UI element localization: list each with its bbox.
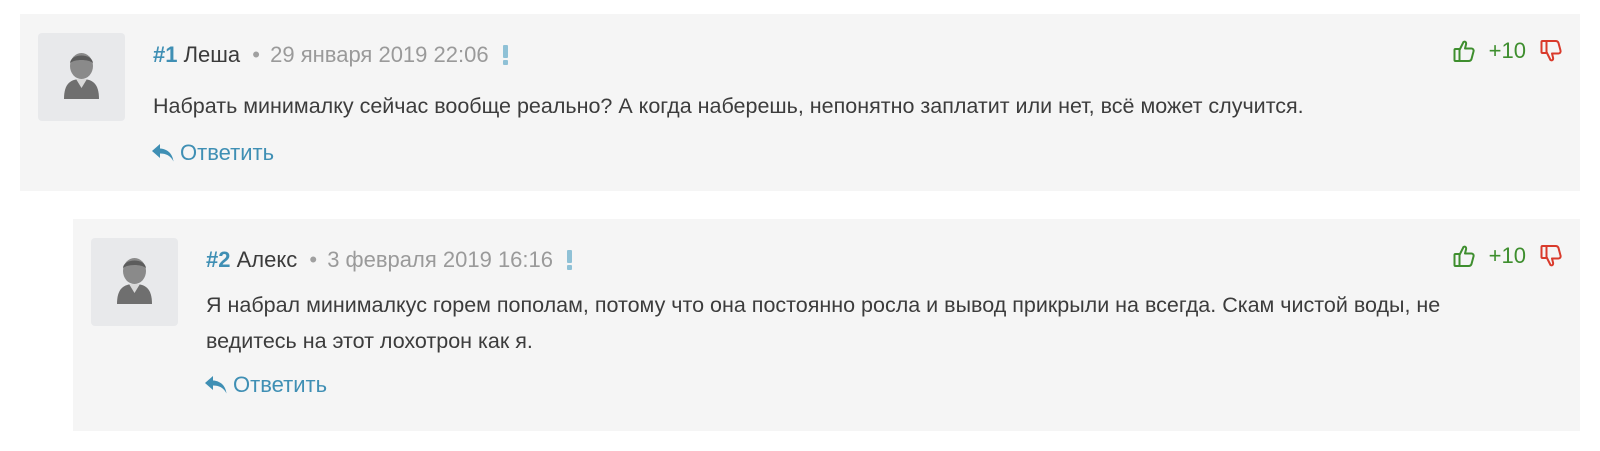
thumbs-up-icon[interactable] [1453,244,1475,268]
vote-controls: +10 [1453,36,1562,66]
report-flag-icon[interactable] [567,250,573,271]
reply-button[interactable]: Ответить [151,138,274,168]
comment-number[interactable]: #1 [153,42,177,67]
meta-separator: • [309,247,318,272]
comment-meta: #1 Леша • 29 января 2019 22:06 [153,40,508,70]
comment-text: Набрать минималку сейчас вообще реально?… [153,94,1304,118]
comment-card: #1 Леша • 29 января 2019 22:06 +10 Набра… [20,14,1580,191]
comment-author: Леша [183,42,241,67]
reply-label: Ответить [233,372,328,397]
thumbs-down-icon[interactable] [1540,39,1562,63]
comment-text: Я набрал минималкус горем пополам, потом… [206,293,1441,353]
vote-score: +10 [1488,38,1526,63]
thumbs-down-icon[interactable] [1540,244,1562,268]
vote-score: +10 [1488,243,1526,268]
reply-button[interactable]: Ответить [204,370,327,400]
comment-card: #2 Алекс • 3 февраля 2019 16:16 +10 Я на… [73,219,1580,431]
comment-date: 29 января 2019 22:06 [270,42,489,67]
user-avatar-icon [38,33,125,121]
report-flag-icon[interactable] [502,45,508,66]
comment-date: 3 февраля 2019 16:16 [327,247,553,272]
comments-list: #1 Леша • 29 января 2019 22:06 +10 Набра… [0,0,1600,451]
reply-arrow-icon [151,143,175,163]
comment-author: Алекс [236,247,298,272]
user-avatar-icon [91,238,178,326]
thumbs-up-icon[interactable] [1453,39,1475,63]
meta-separator: • [252,42,260,67]
vote-controls: +10 [1453,241,1562,271]
reply-label: Ответить [180,140,275,165]
comment-meta: #2 Алекс • 3 февраля 2019 16:16 [206,245,573,275]
reply-arrow-icon [204,375,228,395]
comment-number[interactable]: #2 [206,247,230,272]
